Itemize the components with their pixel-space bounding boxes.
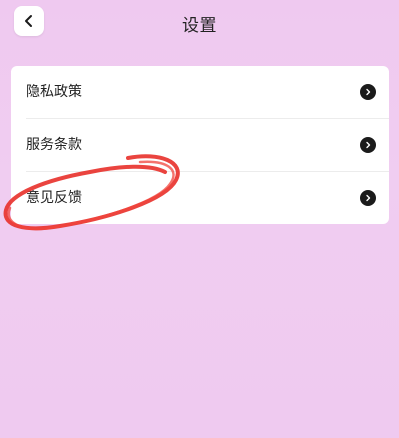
menu-item-feedback[interactable]: 意见反馈 [11,172,389,224]
menu-item-label: 意见反馈 [26,190,82,206]
settings-menu-card: 隐私政策 服务条款 意见反馈 [11,66,389,224]
menu-item-label: 隐私政策 [26,84,82,100]
chevron-right-circle-icon [360,190,376,206]
menu-item-privacy-policy[interactable]: 隐私政策 [11,66,389,118]
top-bar: 设置 [0,0,399,46]
menu-item-label: 服务条款 [26,137,82,153]
page-title: 设置 [182,16,217,36]
menu-item-terms-of-service[interactable]: 服务条款 [11,119,389,171]
chevron-right-circle-icon [360,84,376,100]
chevron-right-circle-icon [360,137,376,153]
